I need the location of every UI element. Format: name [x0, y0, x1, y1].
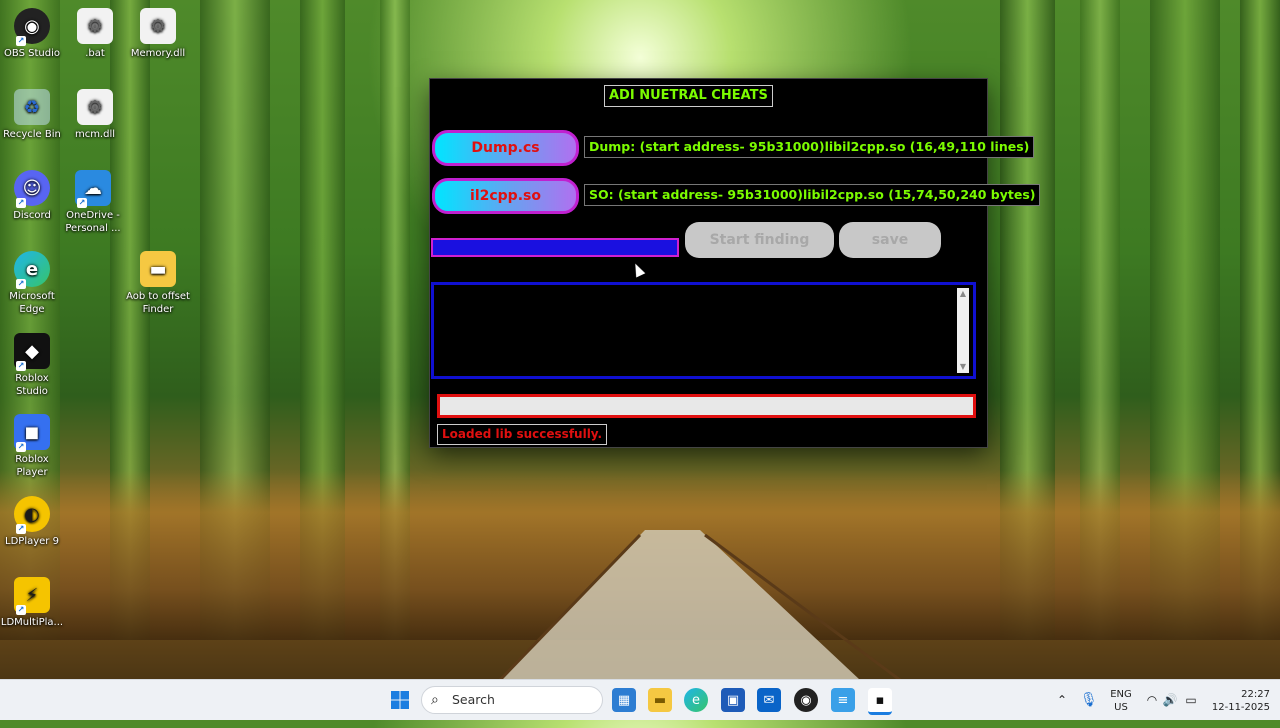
desktop-icon-label: Recycle Bin: [3, 129, 61, 140]
desktop-icon-label: Aob to offset Finder: [126, 291, 190, 315]
language-indicator[interactable]: ENG US: [1106, 680, 1136, 728]
desktop-icon-memory-dll[interactable]: ⚙ Memory.dll: [126, 8, 190, 60]
search-input[interactable]: [431, 238, 679, 257]
battery-icon[interactable]: ▭: [1182, 680, 1200, 720]
clock-time: 22:27: [1241, 689, 1270, 700]
app-title: ADI NUETRAL CHEATS: [604, 85, 773, 107]
ldplayer-icon: ◐ ↗: [14, 496, 50, 534]
notepad-icon[interactable]: ≡: [831, 688, 855, 712]
wifi-icon[interactable]: ◠: [1144, 680, 1160, 720]
lang-bottom: US: [1114, 702, 1128, 713]
folder-icon: ▬: [140, 251, 176, 287]
microphone-icon[interactable]: 🎙: [1080, 680, 1098, 720]
clock[interactable]: 22:27 12-11-2025: [1206, 680, 1270, 728]
search-icon: ⌕: [431, 692, 439, 708]
dump-cs-button[interactable]: Dump.cs: [432, 130, 579, 166]
output-textarea[interactable]: ▲ ▼: [431, 282, 976, 379]
desktop-icon-label: .bat: [85, 48, 105, 59]
desktop-icon-label: mcm.dll: [74, 129, 116, 140]
taskbar-search-label: Search: [452, 692, 495, 707]
roblox-studio-icon: ◆ ↗: [14, 333, 50, 371]
scroll-up-icon[interactable]: ▲: [957, 288, 969, 300]
discord-icon: ☺ ↗: [14, 170, 50, 208]
il2cpp-so-button[interactable]: il2cpp.so: [432, 178, 579, 214]
desktop-icon-onedrive[interactable]: ☁ ↗ OneDrive - Personal ...: [61, 170, 125, 235]
desktop-icon-mcm-dll[interactable]: ⚙ mcm.dll: [63, 89, 127, 141]
desktop-icon-label: Microsoft Edge: [9, 291, 55, 315]
desktop-icon-roblox-studio[interactable]: ◆ ↗ Roblox Studio: [0, 333, 64, 398]
desktop-icon-label: OBS Studio: [4, 48, 60, 59]
desktop-icon-label: Discord: [13, 210, 51, 221]
desktop-icon-label: OneDrive - Personal ...: [65, 210, 121, 234]
edge-taskbar-icon[interactable]: e: [684, 688, 708, 712]
app-taskbar-icon[interactable]: ▪: [868, 688, 892, 715]
desktop-icon-ldplayer[interactable]: ◐ ↗ LDPlayer 9: [0, 496, 64, 548]
start-finding-button[interactable]: Start finding: [685, 222, 834, 258]
gear-file-icon: ⚙: [140, 8, 176, 44]
clock-date: 12-11-2025: [1211, 702, 1270, 713]
start-windows-icon[interactable]: [388, 688, 412, 712]
output-text: [434, 285, 973, 293]
gear-file-icon: ⚙: [77, 89, 113, 125]
taskbar-search[interactable]: ⌕ Search: [421, 686, 603, 714]
progress-bar: [437, 394, 976, 418]
obs-taskbar-icon[interactable]: ◉: [794, 688, 818, 712]
taskbar: ⌕ Search ▦ ▬ e ▣ ✉ ◉ ≡ ▪ ⌃ 🎙 ENG US ◠ 🔊 …: [0, 679, 1280, 720]
desktop-icon-label: LDMultiPla...: [0, 617, 64, 628]
scroll-down-icon[interactable]: ▼: [957, 361, 969, 373]
dump-info-label: Dump: (start address- 95b31000)libil2cpp…: [584, 136, 1035, 158]
ldmultiplayer-icon: ⚡ ↗: [14, 577, 50, 615]
desktop-icon-roblox-player[interactable]: ◼ ↗ Roblox Player: [0, 414, 64, 479]
outlook-icon[interactable]: ✉: [757, 688, 781, 712]
tray-overflow-icon[interactable]: ⌃: [1054, 680, 1070, 720]
recycle-bin-icon: ♻: [14, 89, 50, 125]
desktop-icon-bat[interactable]: ⚙ .bat: [63, 8, 127, 60]
file-explorer-icon[interactable]: ▬: [648, 688, 672, 712]
desktop-icon-discord[interactable]: ☺ ↗ Discord: [0, 170, 64, 222]
status-label: Loaded lib successfully.: [437, 424, 608, 445]
store-icon[interactable]: ▣: [721, 688, 745, 712]
output-scrollbar[interactable]: ▲ ▼: [957, 288, 969, 373]
desktop-icon-label: LDPlayer 9: [5, 536, 59, 547]
widgets-icon[interactable]: ▦: [612, 688, 636, 712]
lang-top: ENG: [1110, 689, 1132, 700]
desktop-icon-label: Roblox Player: [15, 454, 49, 478]
desktop-icon-recycle-bin[interactable]: ♻ Recycle Bin: [0, 89, 64, 141]
cloud-icon: ☁ ↗: [75, 170, 111, 208]
desktop-icon-ldmultiplayer[interactable]: ⚡ ↗ LDMultiPla...: [0, 577, 64, 629]
obs-icon: ◉ ↗: [14, 8, 50, 46]
desktop-icon-edge[interactable]: e ↗ Microsoft Edge: [0, 251, 64, 316]
volume-icon[interactable]: 🔊: [1162, 680, 1178, 720]
save-button[interactable]: save: [839, 222, 941, 258]
desktop-icon-obs[interactable]: ◉ ↗ OBS Studio: [0, 8, 64, 60]
gear-file-icon: ⚙: [77, 8, 113, 44]
edge-icon: e ↗: [14, 251, 50, 289]
roblox-icon: ◼ ↗: [14, 414, 50, 452]
desktop-icon-label: Memory.dll: [130, 48, 186, 59]
desktop-icon-aob-finder[interactable]: ▬ Aob to offset Finder: [126, 251, 190, 316]
desktop-icon-label: Roblox Studio: [15, 373, 49, 397]
so-info-label: SO: (start address- 95b31000)libil2cpp.s…: [584, 184, 1041, 206]
